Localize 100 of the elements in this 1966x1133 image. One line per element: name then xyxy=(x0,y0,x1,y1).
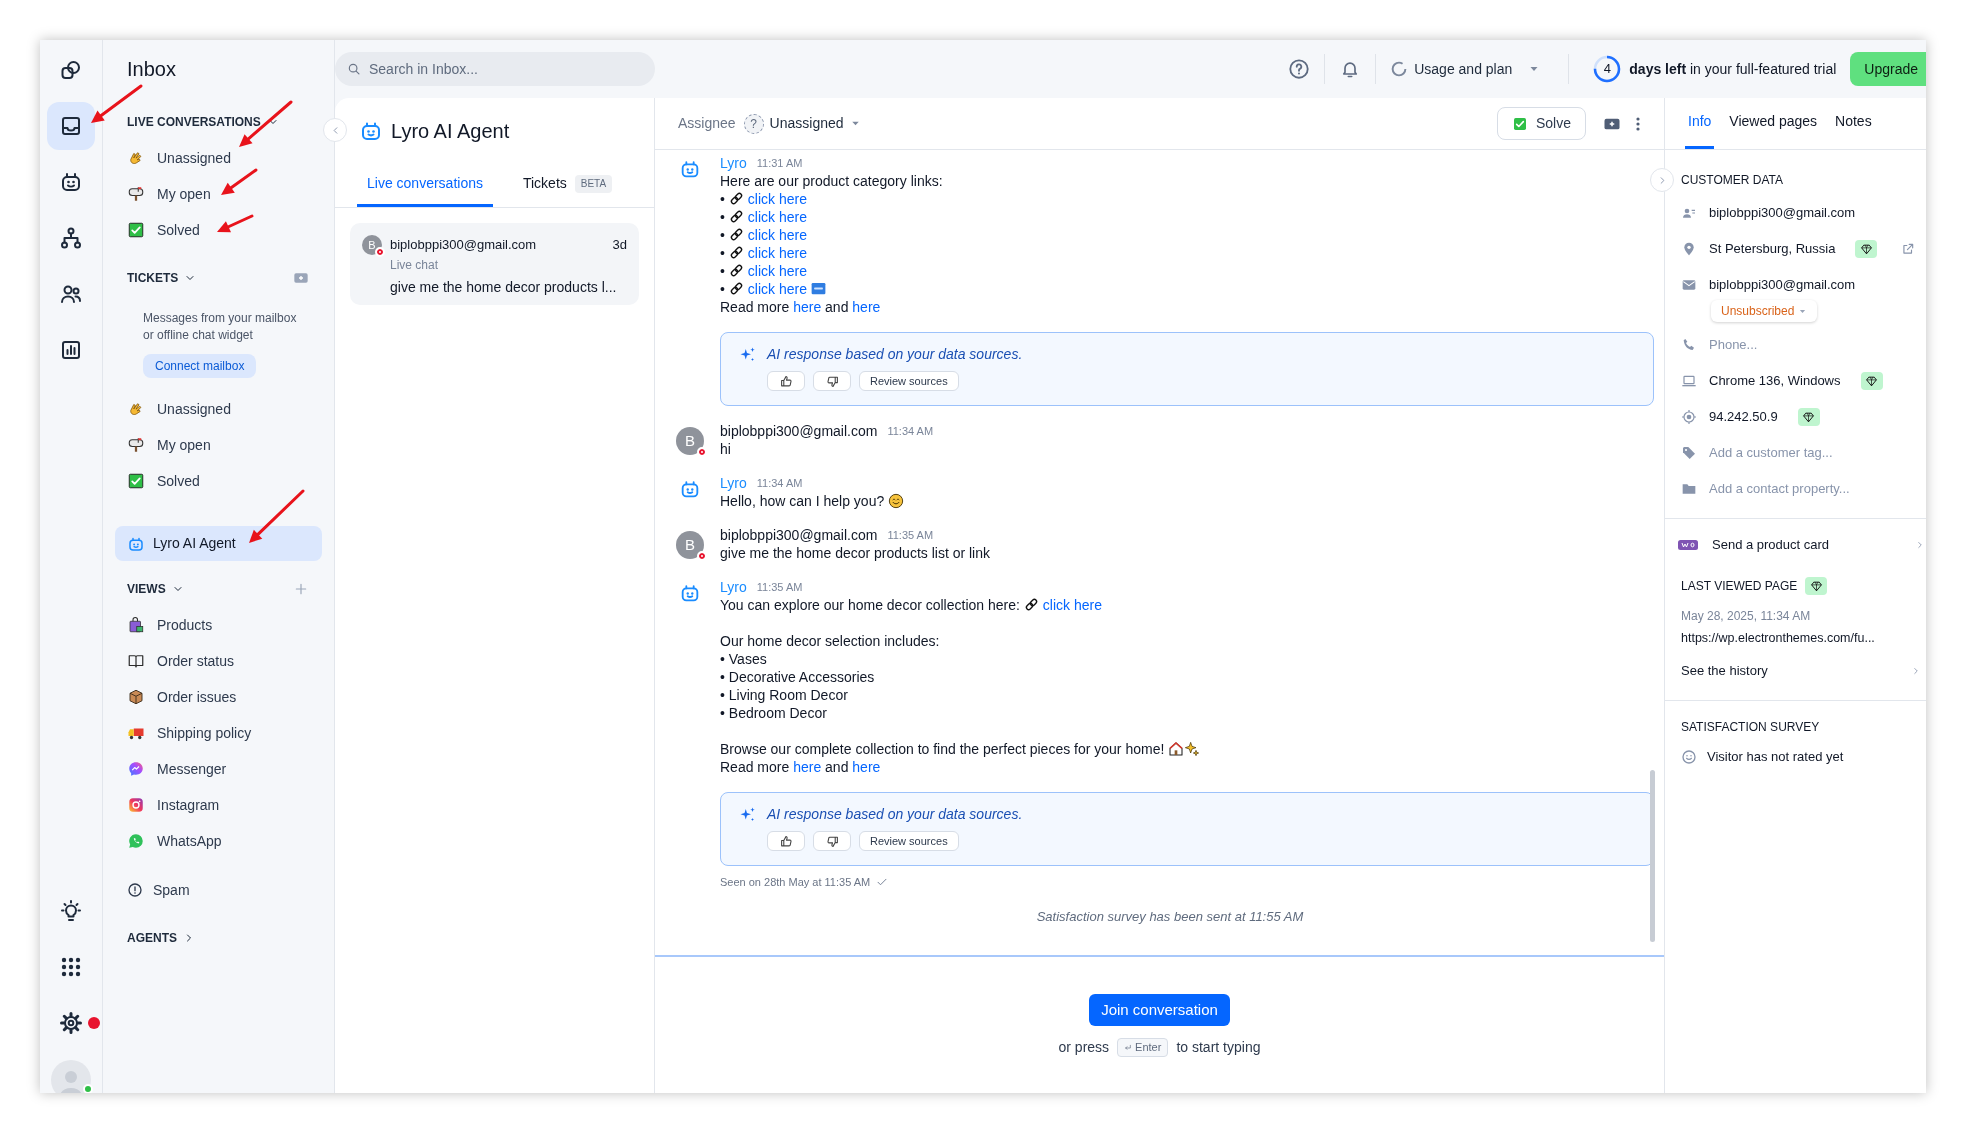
link[interactable]: click here xyxy=(747,209,807,225)
link[interactable]: here xyxy=(793,299,822,315)
ai-response-note: AI response based on your data sources. xyxy=(767,345,1023,364)
seen-status: Seen on 28th May at 11:35 AM xyxy=(720,874,871,890)
sidebar-item[interactable]: Products xyxy=(115,607,322,643)
shapes-icon xyxy=(59,58,83,82)
folder-icon xyxy=(1681,481,1697,497)
system-message: Satisfaction survey has been sent at 11:55 AM xyxy=(1036,908,1304,925)
link[interactable]: here xyxy=(852,759,881,775)
sidebar-title: Inbox xyxy=(127,57,176,82)
section-heading: CUSTOMER DATA xyxy=(1681,172,1784,189)
shopping-bag-icon xyxy=(127,616,145,634)
external-link-icon[interactable] xyxy=(1901,242,1916,256)
tab[interactable]: Info xyxy=(1685,97,1715,149)
review-sources-button[interactable]: Review sources xyxy=(859,831,959,851)
inbox-button[interactable] xyxy=(47,102,95,150)
return-icon xyxy=(1124,1043,1133,1052)
author-name: biplobppi300@gmail.com xyxy=(720,525,878,545)
join-conversation-button[interactable]: Join conversation xyxy=(1089,994,1230,1026)
link[interactable]: click here xyxy=(747,281,807,297)
field-value: St Petersburg, Russia xyxy=(1709,240,1836,259)
upgrade-button[interactable]: Upgrade xyxy=(1850,52,1926,86)
search-field[interactable]: Search in Inbox... xyxy=(335,52,655,86)
message-text: hi xyxy=(720,440,732,458)
assignee-dropdown[interactable]: ? Unassigned xyxy=(743,113,861,134)
message-text: • Bedroom Decor xyxy=(720,704,828,722)
link[interactable]: click here xyxy=(747,191,807,207)
link[interactable]: click here xyxy=(747,245,807,261)
sidebar-item[interactable]: Order issues xyxy=(115,679,322,715)
conversation-card[interactable]: B biplobppi300@gmail.com 3d Live chat give me the home decor products l... xyxy=(350,223,639,305)
lightbulb-icon xyxy=(59,899,83,923)
link[interactable]: here xyxy=(852,299,881,315)
message-time: 11:35 AM xyxy=(756,579,803,595)
sidebar-item[interactable]: Solved xyxy=(115,463,322,499)
link[interactable]: here xyxy=(793,759,822,775)
thumbs-up-button[interactable] xyxy=(767,371,805,391)
target-icon xyxy=(1681,409,1697,425)
diamond-icon xyxy=(1865,374,1878,388)
message-text: Browse our complete collection to find the perfect pieces for your home! xyxy=(720,740,1201,758)
avatar: B xyxy=(676,531,704,559)
tab[interactable]: Notes xyxy=(1832,97,1875,149)
section-heading: LAST VIEWED PAGE xyxy=(1681,578,1798,595)
sidebar-item[interactable]: Unassigned xyxy=(115,391,322,427)
conversation-time: 3d xyxy=(612,236,627,254)
message-text: Read more here and here xyxy=(720,758,882,776)
review-sources-button[interactable]: Review sources xyxy=(859,371,959,391)
smiley-icon xyxy=(888,493,905,509)
wave-hand-icon xyxy=(127,400,145,418)
link[interactable]: click here xyxy=(747,263,807,279)
thumbs-up-button[interactable] xyxy=(767,831,805,851)
thumbs-up-icon xyxy=(779,834,793,848)
section-header[interactable]: LIVE CONVERSATIONS xyxy=(127,113,279,131)
thumbs-down-button[interactable] xyxy=(813,831,851,851)
scrollbar[interactable] xyxy=(1650,770,1655,942)
assignee-avatar: ? xyxy=(743,113,764,134)
thumbs-down-button[interactable] xyxy=(813,371,851,391)
message-text: • click here xyxy=(720,208,808,226)
sidebar-item[interactable]: Lyro AI Agent xyxy=(115,526,322,561)
hint-text: to start typing xyxy=(1176,1038,1261,1057)
sidebar-item[interactable]: Messenger xyxy=(115,751,322,787)
sidebar-item[interactable]: Instagram xyxy=(115,787,322,823)
tab[interactable]: Viewed pages xyxy=(1726,97,1821,149)
author-name: Lyro xyxy=(720,153,747,173)
plus-icon xyxy=(294,582,308,596)
section-header[interactable]: AGENTS xyxy=(127,929,195,947)
subscription-dropdown[interactable]: Unsubscribed xyxy=(1711,300,1818,322)
sidebar-item[interactable]: Unassigned xyxy=(115,140,322,176)
house-icon xyxy=(1168,741,1185,757)
section-header[interactable]: VIEWS xyxy=(127,580,184,598)
sidebar-item[interactable]: Spam xyxy=(115,872,322,908)
sidebar-item[interactable]: WhatsApp xyxy=(115,823,322,859)
inbox-icon xyxy=(59,114,83,138)
field-value: 94.242.50.9 xyxy=(1709,408,1778,427)
apps-icon xyxy=(59,955,83,979)
history-link[interactable]: See the history xyxy=(1681,656,1922,686)
section-note: Messages from your mailbox or offline chat widget xyxy=(143,310,298,344)
product-card-button[interactable]: Send a product card xyxy=(1665,527,1926,563)
message-text: give me the home decor products list or link xyxy=(720,544,990,562)
message-text: • Decorative Accessories xyxy=(720,668,876,686)
sidebar-item[interactable]: Order status xyxy=(115,643,322,679)
sidebar-item[interactable]: Shipping policy xyxy=(115,715,322,751)
link-icon xyxy=(728,209,744,224)
section-header[interactable]: TICKETS xyxy=(127,269,197,287)
message-text: • click here xyxy=(720,262,808,280)
mailbox-icon xyxy=(127,185,145,203)
connect-mailbox-button[interactable]: Connect mailbox xyxy=(143,354,257,378)
tab[interactable]: Tickets BETA xyxy=(512,163,623,207)
sparkles-icon xyxy=(739,805,757,824)
usage-button[interactable]: Usage and plan xyxy=(1386,54,1545,84)
sidebar-item[interactable]: My open xyxy=(115,176,322,212)
thumbs-down-icon xyxy=(825,374,839,388)
solve-button[interactable]: Solve xyxy=(1496,107,1586,140)
sidebar-item[interactable]: My open xyxy=(115,427,322,463)
link[interactable]: click here xyxy=(747,227,807,243)
link[interactable]: click here xyxy=(1042,597,1102,613)
tab[interactable]: Live conversations xyxy=(357,163,493,207)
smiley-icon xyxy=(1681,749,1697,765)
laptop-icon xyxy=(1681,373,1697,389)
chat-bubble-icon xyxy=(127,760,145,778)
settings-icon xyxy=(59,1011,83,1035)
